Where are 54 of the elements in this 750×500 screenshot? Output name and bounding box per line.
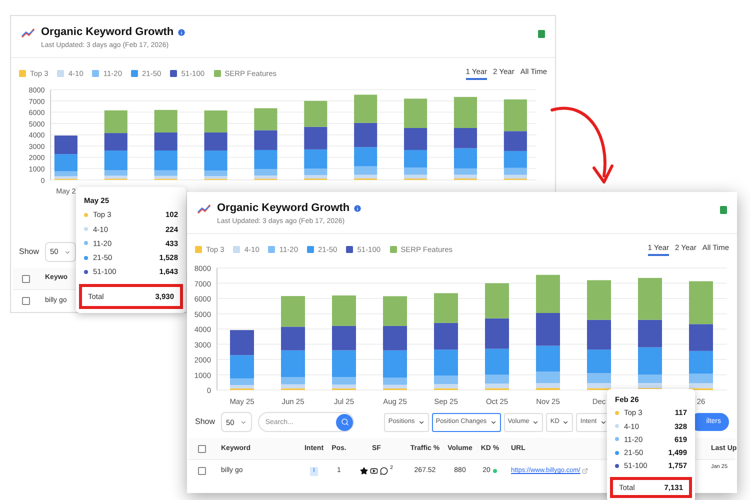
- bar-segment: [354, 94, 378, 124]
- bar-segment: [383, 296, 407, 326]
- bar-segment: [304, 127, 328, 150]
- star-icon: [360, 467, 368, 476]
- bar-segment: [536, 275, 560, 314]
- video-play-icon: [370, 467, 378, 476]
- bar-segment: [404, 128, 428, 150]
- checkbox[interactable]: [198, 467, 206, 476]
- checkbox[interactable]: [22, 274, 30, 282]
- bar-segment: [304, 101, 328, 128]
- bar-segment: [104, 110, 128, 134]
- chevron-down-icon: [418, 418, 425, 426]
- bar-segment: [104, 133, 128, 151]
- bar-segment: [434, 323, 458, 350]
- chevron-down-icon: [600, 418, 607, 426]
- bar-segment: [383, 326, 407, 351]
- chat-bubble-icon: [380, 467, 388, 476]
- bar-segment: [332, 326, 356, 351]
- checkbox[interactable]: [22, 297, 30, 305]
- chevron-down-icon: [532, 418, 540, 426]
- bar-segment: [154, 110, 178, 133]
- bar-segment: [587, 280, 611, 320]
- panel-title: Organic Keyword Growth: [41, 25, 174, 40]
- info-icon[interactable]: [176, 28, 186, 37]
- bar-segment: [230, 330, 254, 356]
- bar-segment: [254, 130, 278, 150]
- panel-title: Organic Keyword Growth: [217, 201, 350, 216]
- bar-segment: [204, 132, 228, 151]
- show-label: Show: [19, 246, 40, 258]
- chevron-down-icon: [240, 418, 248, 426]
- external-link-icon[interactable]: [582, 468, 588, 474]
- bar-segment: [281, 296, 305, 327]
- show-label: Show: [195, 416, 216, 428]
- bar-segment: [404, 98, 428, 128]
- info-icon[interactable]: [352, 204, 362, 213]
- bar-segment: [281, 326, 305, 351]
- bar-segment: [332, 296, 356, 326]
- trend-line-icon: [21, 28, 35, 38]
- chevron-down-icon: [64, 248, 72, 256]
- bar-segment: [54, 136, 78, 154]
- trend-line-icon: [197, 204, 211, 214]
- bar-segment: [536, 313, 560, 346]
- bar-segment: [204, 110, 228, 133]
- bar-segment: [254, 108, 278, 130]
- bar-segment: [154, 132, 178, 151]
- bar-segment: [587, 320, 611, 350]
- chevron-down-icon: [562, 418, 570, 426]
- checkbox[interactable]: [198, 444, 206, 453]
- bar-segment: [485, 284, 509, 319]
- chevron-down-icon: [490, 418, 497, 426]
- bar-segment: [354, 123, 378, 148]
- search-icon: [340, 418, 349, 426]
- bar-segment: [434, 293, 458, 324]
- bar-segment: [485, 318, 509, 350]
